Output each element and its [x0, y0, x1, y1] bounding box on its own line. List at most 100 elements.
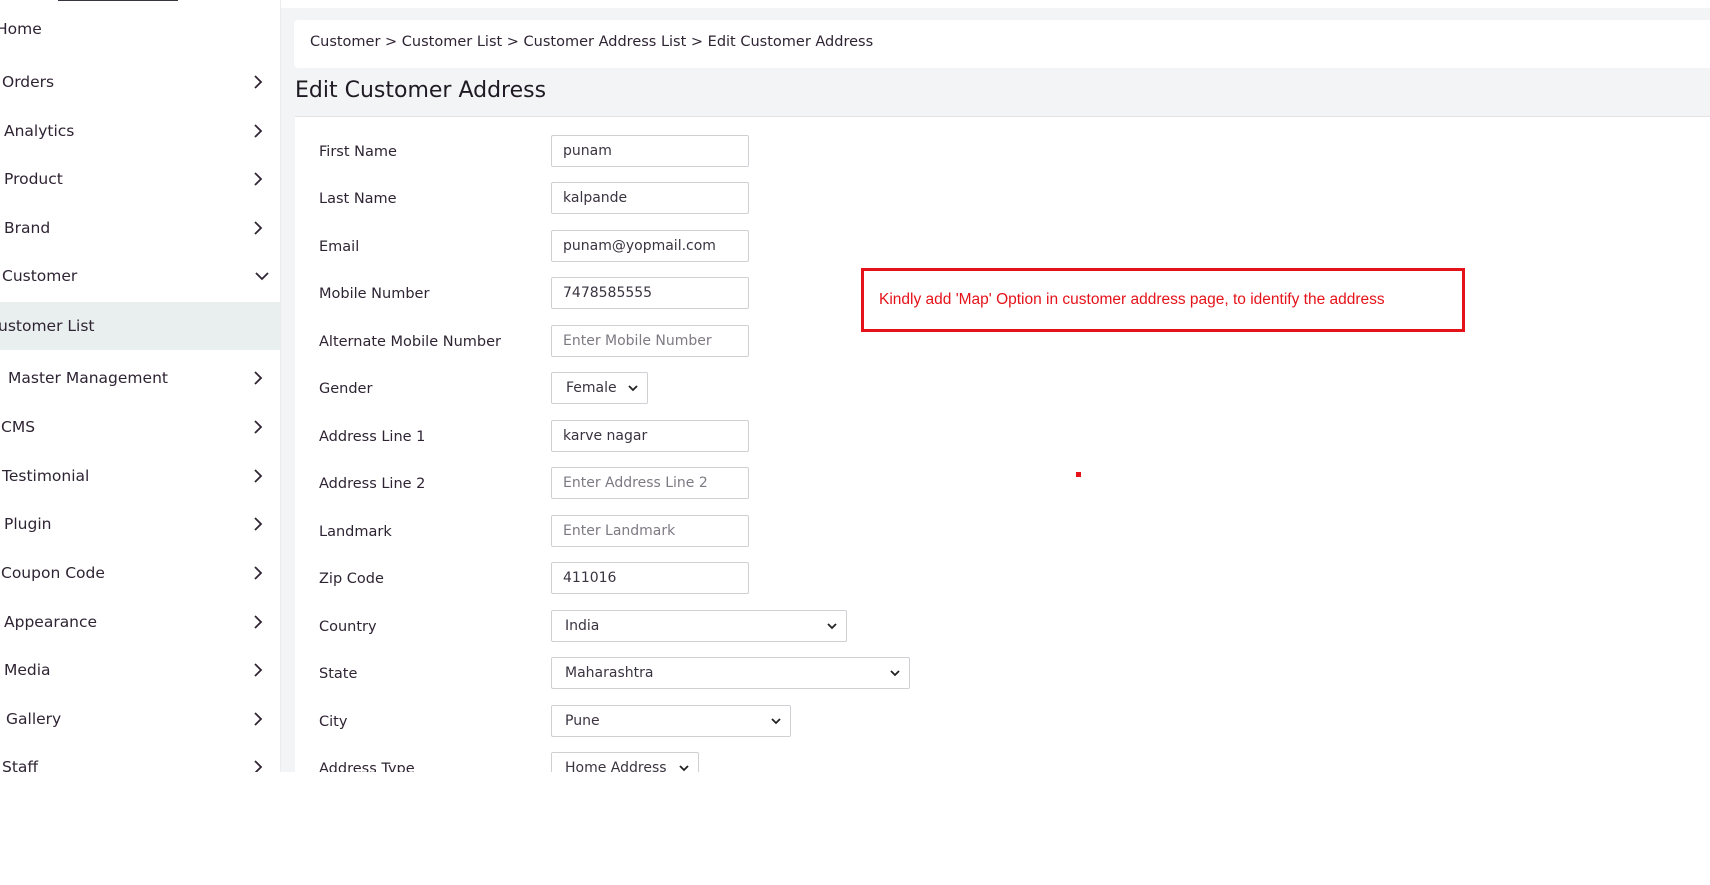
- country-select-value: India: [565, 618, 600, 634]
- address-line-1-label: Address Line 1: [319, 429, 426, 445]
- page-title: Edit Customer Address: [295, 78, 547, 103]
- sidebar-item-coupon-code[interactable]: Coupon Code: [0, 553, 280, 593]
- form-row-first-name: First Name: [295, 135, 1695, 169]
- city-select[interactable]: Pune: [551, 705, 791, 737]
- last-name-input[interactable]: [551, 182, 749, 214]
- chevron-right-icon: [254, 615, 263, 629]
- address-type-select[interactable]: Home Address: [551, 752, 699, 772]
- form-row-last-name: Last Name: [295, 182, 1695, 216]
- chevron-right-icon: [254, 469, 263, 483]
- sidebar-item-cms[interactable]: CMS: [0, 407, 280, 447]
- chevron-right-icon: [254, 221, 263, 235]
- city-label: City: [319, 714, 348, 730]
- chevron-right-icon: [254, 172, 263, 186]
- alternate-mobile-input[interactable]: [551, 325, 749, 357]
- chevron-right-icon: [254, 663, 263, 677]
- landmark-label: Landmark: [319, 524, 392, 540]
- sidebar-item-brand[interactable]: Brand: [0, 208, 280, 248]
- sidebar-item-label: Brand: [4, 219, 51, 237]
- city-select-value: Pune: [565, 713, 600, 729]
- first-name-input[interactable]: [551, 135, 749, 167]
- sidebar-item-label: Coupon Code: [1, 564, 105, 582]
- gender-label: Gender: [319, 381, 373, 397]
- sidebar-item-media[interactable]: Media: [0, 650, 280, 690]
- last-name-label: Last Name: [319, 191, 397, 207]
- top-strip: [281, 0, 1710, 8]
- sidebar-item-analytics[interactable]: Analytics: [0, 111, 280, 151]
- sidebar-item-plugin[interactable]: Plugin: [0, 504, 280, 544]
- sidebar-item-testimonial[interactable]: Testimonial: [0, 456, 280, 496]
- country-label: Country: [319, 619, 377, 635]
- sidebar-item-label: Customer: [2, 267, 78, 285]
- gender-select[interactable]: Female: [551, 372, 648, 404]
- state-label: State: [319, 666, 358, 682]
- chevron-right-icon: [254, 420, 263, 434]
- app-window: Home Orders Analytics Product Brand Cust…: [0, 0, 1710, 772]
- chevron-down-icon: [827, 623, 837, 630]
- zip-code-label: Zip Code: [319, 571, 384, 587]
- sidebar-item-label: ustomer List: [0, 317, 95, 335]
- annotation-dot: [1076, 472, 1081, 477]
- chevron-down-icon: [679, 765, 689, 772]
- chevron-right-icon: [254, 124, 263, 138]
- sidebar-item-label: Appearance: [4, 613, 98, 631]
- main-content: Customer > Customer List > Customer Addr…: [281, 0, 1710, 772]
- chevron-down-icon: [255, 272, 269, 281]
- sidebar-item-staff[interactable]: Staff: [0, 747, 280, 772]
- sidebar-item-gallery[interactable]: Gallery: [0, 699, 280, 739]
- mobile-number-label: Mobile Number: [319, 286, 430, 302]
- sidebar-item-label: Orders: [2, 73, 55, 91]
- chevron-down-icon: [890, 670, 900, 677]
- sidebar-item-label: Analytics: [4, 122, 75, 140]
- email-input[interactable]: [551, 230, 749, 262]
- chevron-down-icon: [771, 718, 781, 725]
- address-line-2-input[interactable]: [551, 467, 749, 499]
- email-label: Email: [319, 239, 360, 255]
- state-select[interactable]: Maharashtra: [551, 657, 910, 689]
- sidebar-top-divider: [58, 0, 178, 1]
- sidebar-item-orders[interactable]: Orders: [0, 62, 280, 102]
- sidebar-item-appearance[interactable]: Appearance: [0, 602, 280, 642]
- form-row-state: State Maharashtra: [295, 657, 1695, 691]
- annotation-box: Kindly add 'Map' Option in customer addr…: [861, 268, 1465, 332]
- form-row-address2: Address Line 2: [295, 467, 1695, 501]
- address-line-1-input[interactable]: [551, 420, 749, 452]
- sidebar-item-label: Plugin: [4, 515, 52, 533]
- sidebar-item-label: Master Management: [8, 369, 168, 387]
- sidebar-item-product[interactable]: Product: [0, 159, 280, 199]
- chevron-down-icon: [628, 385, 638, 392]
- form-row-country: Country India: [295, 610, 1695, 644]
- form-row-landmark: Landmark: [295, 515, 1695, 549]
- address-line-2-label: Address Line 2: [319, 476, 426, 492]
- zip-code-input[interactable]: [551, 562, 749, 594]
- form-row-address-type: Address Type Home Address: [295, 752, 1695, 772]
- sidebar-item-label: Product: [4, 170, 63, 188]
- chevron-right-icon: [254, 566, 263, 580]
- alternate-mobile-label: Alternate Mobile Number: [319, 334, 501, 350]
- sidebar-item-master-management[interactable]: Master Management: [0, 358, 280, 398]
- address-type-label: Address Type: [319, 761, 415, 772]
- breadcrumb-bar: Customer > Customer List > Customer Addr…: [294, 20, 1710, 68]
- breadcrumb[interactable]: Customer > Customer List > Customer Addr…: [310, 34, 873, 50]
- sidebar-item-label: Testimonial: [2, 467, 90, 485]
- sidebar-item-label: Gallery: [6, 710, 62, 728]
- sidebar-item-customer[interactable]: Customer: [0, 256, 280, 296]
- chevron-right-icon: [254, 760, 263, 772]
- chevron-right-icon: [254, 75, 263, 89]
- chevron-right-icon: [254, 712, 263, 726]
- country-select[interactable]: India: [551, 610, 847, 642]
- sidebar-item-label: Staff: [2, 758, 39, 772]
- annotation-text: Kindly add 'Map' Option in customer addr…: [879, 291, 1385, 308]
- form-row-zip: Zip Code: [295, 562, 1695, 596]
- landmark-input[interactable]: [551, 515, 749, 547]
- chevron-right-icon: [254, 517, 263, 531]
- mobile-number-input[interactable]: [551, 277, 749, 309]
- form-row-city: City Pune: [295, 705, 1695, 739]
- sidebar-item-home[interactable]: Home: [0, 9, 280, 49]
- first-name-label: First Name: [319, 144, 397, 160]
- sidebar-item-label: Home: [0, 20, 42, 38]
- sidebar-item-label: CMS: [1, 418, 36, 436]
- sidebar-item-customer-list[interactable]: ustomer List: [0, 302, 280, 350]
- address-form: First Name Last Name Email Mobile Number…: [295, 116, 1710, 772]
- gender-select-value: Female: [566, 380, 617, 396]
